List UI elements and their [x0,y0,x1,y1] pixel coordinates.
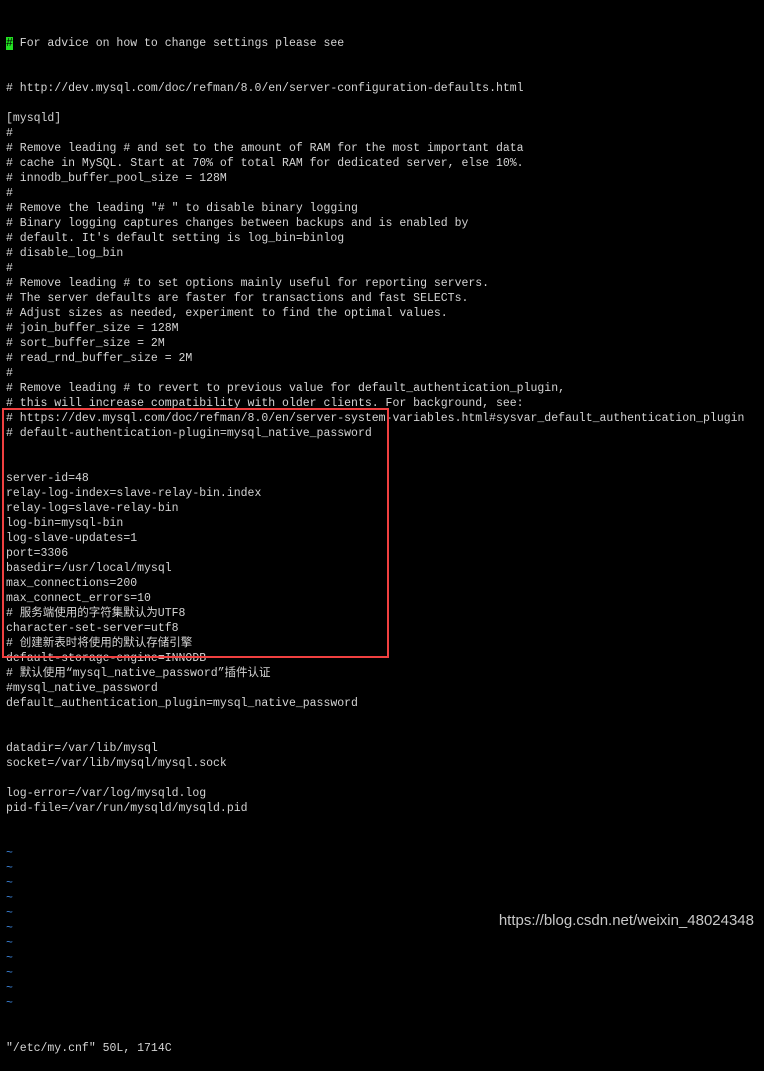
editor-line: # innodb_buffer_pool_size = 128M [6,172,227,185]
editor-line: # [6,127,13,140]
text-cursor: # [6,37,13,50]
editor-line: # sort_buffer_size = 2M [6,337,165,350]
editor-line: # The server defaults are faster for tra… [6,292,469,305]
empty-line-tilde: ~ [6,967,13,980]
editor-line: # Remove leading # and set to the amount… [6,142,524,155]
empty-line-tilde: ~ [6,847,13,860]
watermark: https://blog.csdn.net/weixin_48024348 [498,912,754,929]
empty-line-tilde: ~ [6,952,13,965]
empty-line-tilde: ~ [6,982,13,995]
editor-line: socket=/var/lib/mysql/mysql.sock [6,757,227,770]
editor-line: # [6,262,13,275]
editor-line: pid-file=/var/run/mysqld/mysqld.pid [6,802,248,815]
vim-status-line: "/etc/my.cnf" 50L, 1714C [6,1042,172,1055]
editor-line: datadir=/var/lib/mysql [6,742,158,755]
empty-line-tilde: ~ [6,862,13,875]
editor-line: [mysqld] [6,112,62,125]
editor-line: # http://dev.mysql.com/doc/refman/8.0/en… [6,82,524,95]
editor-line: # [6,187,13,200]
editor-line: # disable_log_bin [6,247,124,260]
editor-line: # For advice on how to change settings p… [6,36,744,51]
editor-line: # Remove leading # to revert to previous… [6,382,565,395]
editor-line: # join_buffer_size = 128M [6,322,179,335]
editor-line: # Remove leading # to set options mainly… [6,277,490,290]
highlight-box [2,408,389,658]
editor-line: # cache in MySQL. Start at 70% of total … [6,157,524,170]
editor-line: # Adjust sizes as needed, experiment to … [6,307,448,320]
editor-line: # Binary logging captures changes betwee… [6,217,469,230]
empty-line-tilde: ~ [6,892,13,905]
editor-line: # read_rnd_buffer_size = 2M [6,352,193,365]
editor-line: # Remove the leading "# " to disable bin… [6,202,358,215]
editor-line: # default. It's default setting is log_b… [6,232,345,245]
editor-line: log-error=/var/log/mysqld.log [6,787,207,800]
editor-line: default_authentication_plugin=mysql_nati… [6,697,358,710]
empty-line-tilde: ~ [6,997,13,1010]
line-text: For advice on how to change settings ple… [12,37,345,50]
empty-line-tilde: ~ [6,937,13,950]
editor-line: # [6,367,13,380]
editor-line: # 默认使用“mysql_native_password”插件认证 [6,667,271,680]
empty-line-tilde: ~ [6,877,13,890]
editor-line: #mysql_native_password [6,682,158,695]
